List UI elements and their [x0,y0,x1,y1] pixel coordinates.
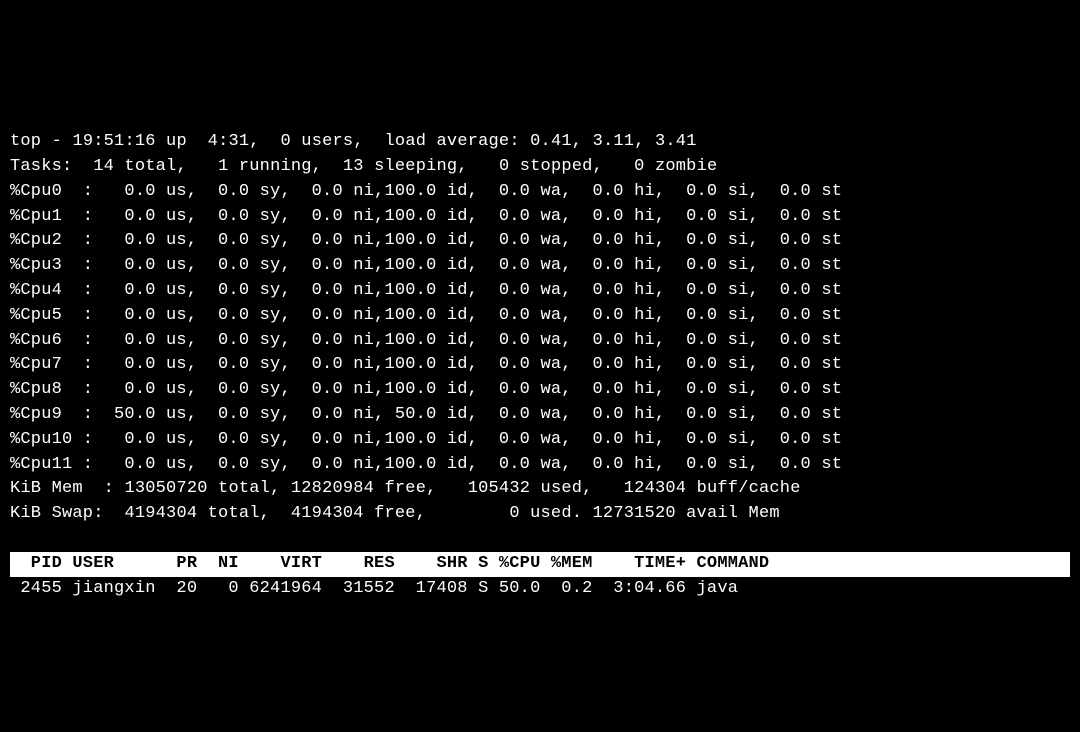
cpu-line: %Cpu9 : 50.0 us, 0.0 sy, 0.0 ni, 50.0 id… [10,405,842,424]
process-row: 2455 jiangxin 20 0 6241964 31552 17408 S… [10,579,738,598]
cpu-line: %Cpu10 : 0.0 us, 0.0 sy, 0.0 ni,100.0 id… [10,430,842,449]
cpu-line: %Cpu3 : 0.0 us, 0.0 sy, 0.0 ni,100.0 id,… [10,256,842,275]
terminal-output: top - 19:51:16 up 4:31, 0 users, load av… [10,105,1070,601]
cpu-line: %Cpu8 : 0.0 us, 0.0 sy, 0.0 ni,100.0 id,… [10,380,842,399]
swap-line: KiB Swap: 4194304 total, 4194304 free, 0… [10,504,790,523]
cpu-line: %Cpu5 : 0.0 us, 0.0 sy, 0.0 ni,100.0 id,… [10,306,842,325]
cpu-line: %Cpu1 : 0.0 us, 0.0 sy, 0.0 ni,100.0 id,… [10,207,842,226]
process-table-header: PID USER PR NI VIRT RES SHR S %CPU %MEM … [10,552,1070,577]
tasks-line: Tasks: 14 total, 1 running, 13 sleeping,… [10,157,717,176]
cpu-line: %Cpu7 : 0.0 us, 0.0 sy, 0.0 ni,100.0 id,… [10,355,842,374]
cpu-line: %Cpu6 : 0.0 us, 0.0 sy, 0.0 ni,100.0 id,… [10,331,842,350]
cpu-line: %Cpu2 : 0.0 us, 0.0 sy, 0.0 ni,100.0 id,… [10,231,842,250]
cpu-line: %Cpu11 : 0.0 us, 0.0 sy, 0.0 ni,100.0 id… [10,455,842,474]
mem-line: KiB Mem : 13050720 total, 12820984 free,… [10,479,801,498]
cpu-line: %Cpu4 : 0.0 us, 0.0 sy, 0.0 ni,100.0 id,… [10,281,842,300]
cpu-line: %Cpu0 : 0.0 us, 0.0 sy, 0.0 ni,100.0 id,… [10,182,842,201]
summary-line: top - 19:51:16 up 4:31, 0 users, load av… [10,132,697,151]
